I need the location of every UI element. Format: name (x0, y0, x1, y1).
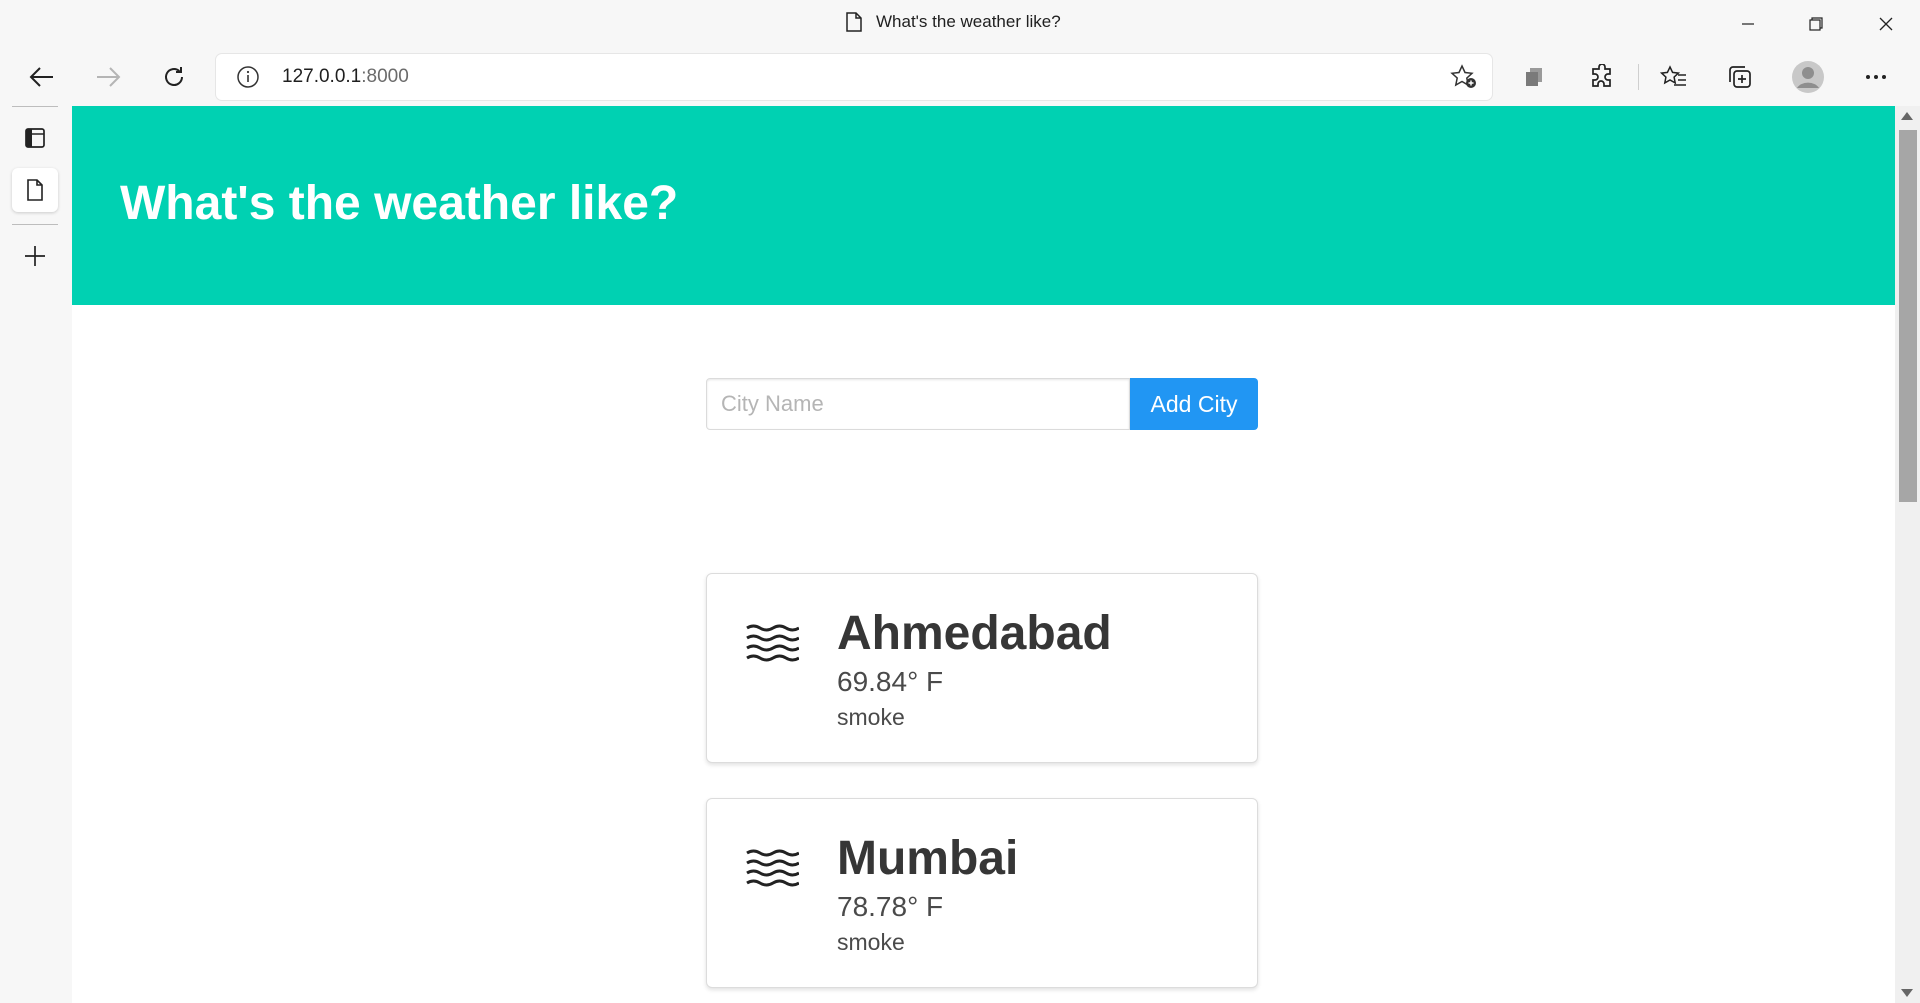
plus-icon (25, 246, 45, 266)
web-page: What's the weather like? Add City Ahmeda… (72, 106, 1895, 1003)
title-bar: What's the weather like? (0, 0, 1920, 50)
scroll-down-arrow-icon[interactable] (1901, 989, 1913, 997)
minimize-icon (1742, 23, 1754, 25)
refresh-button[interactable] (152, 58, 196, 96)
close-window-button[interactable] (1852, 0, 1920, 48)
tab-actions-button[interactable] (12, 116, 58, 160)
page-scrollbar[interactable] (1895, 106, 1920, 1003)
star-add-icon (1450, 64, 1476, 88)
puzzle-icon (1592, 64, 1611, 87)
restore-icon (1809, 17, 1823, 31)
address-bar[interactable]: 127.0.0.1:8000 (216, 54, 1492, 100)
url-text[interactable]: 127.0.0.1:8000 (282, 66, 409, 88)
mist-icon (745, 622, 800, 667)
profile-button[interactable] (1786, 58, 1830, 96)
weather-card: Mumbai 78.78° F smoke (706, 798, 1258, 988)
page-title: What's the weather like? (120, 177, 679, 230)
stacked-pages-icon (1526, 68, 1542, 86)
collections-tabs-button[interactable] (1512, 58, 1556, 96)
refresh-icon (165, 67, 183, 86)
browser-toolbar: 127.0.0.1:8000 (0, 50, 1920, 106)
mist-icon (745, 847, 800, 892)
url-host: 127.0.0.1 (282, 66, 362, 87)
tab-weather-page[interactable] (12, 168, 58, 212)
back-button[interactable] (20, 58, 64, 96)
close-icon (1879, 17, 1893, 31)
scrollbar-thumb[interactable] (1899, 130, 1917, 502)
city-name: Mumbai (837, 832, 1019, 885)
weather-description: smoke (837, 704, 905, 730)
hero-banner: What's the weather like? (72, 106, 1895, 305)
add-favorite-button[interactable] (1450, 64, 1478, 95)
url-port: :8000 (361, 66, 409, 87)
city-temperature: 78.78° F (837, 891, 944, 922)
city-name-input[interactable] (706, 378, 1130, 430)
window-title: What's the weather like? (846, 12, 1061, 32)
favorites-list-icon (1660, 65, 1686, 86)
more-dots-icon (1866, 75, 1886, 79)
minimize-button[interactable] (1714, 0, 1782, 48)
extensions-button[interactable] (1580, 58, 1624, 96)
city-temperature: 69.84° F (837, 666, 944, 697)
city-name: Ahmedabad (837, 607, 1112, 660)
sidebar-divider (12, 224, 58, 225)
restore-button[interactable] (1782, 0, 1850, 48)
toolbar-divider (1638, 64, 1639, 90)
forward-arrow-icon (97, 67, 121, 87)
vertical-tabs-sidebar (0, 106, 73, 1003)
sidebar-divider (12, 106, 58, 107)
avatar-icon (1792, 61, 1824, 93)
settings-more-button[interactable] (1854, 58, 1898, 96)
add-city-button[interactable]: Add City (1130, 378, 1258, 430)
window-title-text: What's the weather like? (876, 12, 1061, 31)
site-info-icon[interactable] (236, 65, 260, 94)
forward-button[interactable] (86, 58, 130, 96)
favorites-button[interactable] (1652, 58, 1696, 96)
new-tab-button[interactable] (12, 234, 58, 278)
back-arrow-icon (29, 67, 53, 87)
collections-button[interactable] (1718, 58, 1762, 96)
page-icon (27, 179, 43, 201)
scroll-up-arrow-icon[interactable] (1901, 112, 1913, 120)
weather-description: smoke (837, 929, 905, 955)
page-icon (846, 12, 862, 32)
tab-panel-icon (25, 128, 45, 148)
collections-icon (1729, 66, 1751, 88)
weather-card: Ahmedabad 69.84° F smoke (706, 573, 1258, 763)
